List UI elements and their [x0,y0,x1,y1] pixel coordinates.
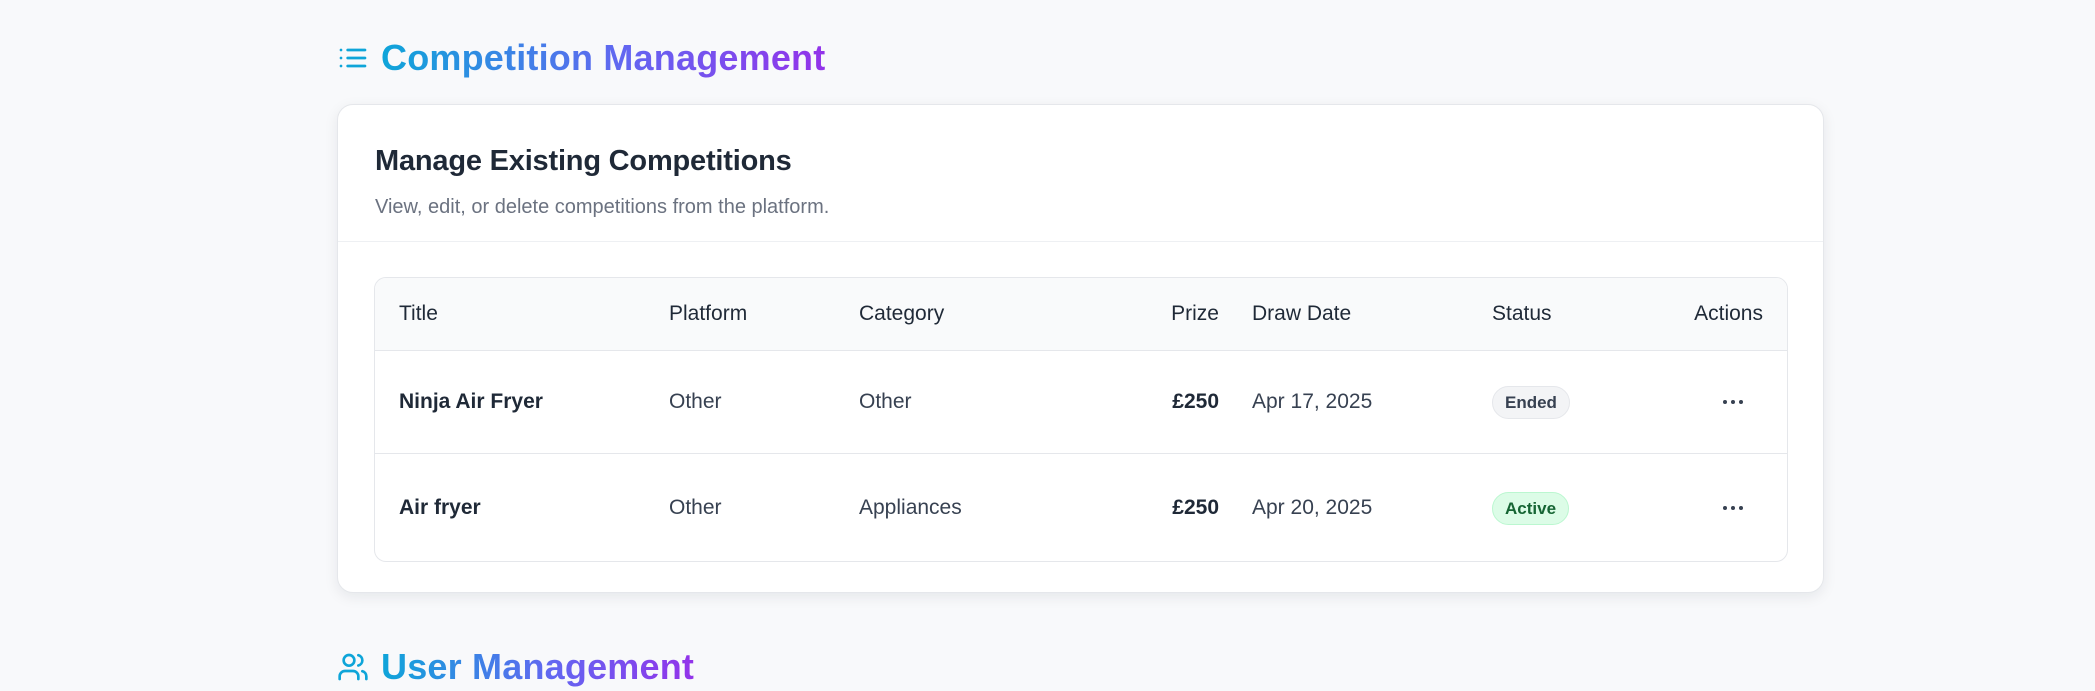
table-row: Air fryer Other Appliances £250 Apr 20, … [375,454,1787,561]
more-horizontal-icon [1723,400,1743,404]
card-title: Manage Existing Competitions [375,145,792,177]
more-horizontal-icon [1723,506,1743,510]
actions-cell [1713,454,1763,561]
actions-cell [1713,351,1763,453]
header-category: Category [859,302,945,325]
section-title: Competition Management [381,37,826,78]
section-title: User Management [381,646,695,687]
competitions-card: Manage Existing Competitions View, edit,… [337,104,1824,593]
table-row: Ninja Air Fryer Other Other £250 Apr 17,… [375,351,1787,454]
competition-draw-date: Apr 20, 2025 [1252,496,1373,519]
competition-title: Air fryer [399,496,481,519]
users-icon [338,653,368,681]
status-badge: Active [1492,491,1570,525]
competition-prize: £250 [1172,390,1219,413]
card-description: View, edit, or delete competitions from … [375,196,830,218]
header-draw-date: Draw Date [1252,302,1352,325]
header-title: Title [399,302,438,325]
competition-category: Appliances [859,496,962,519]
competition-management-heading: Competition Management [337,34,1824,82]
competition-category: Other [859,390,912,413]
user-management-heading: User Management [337,643,1824,691]
competition-platform: Other [669,496,722,519]
competition-platform: Other [669,390,722,413]
row-actions-button[interactable] [1713,488,1753,528]
competitions-table: Title Platform Category Prize Draw Date … [374,277,1788,562]
header-status: Status [1492,302,1552,325]
header-platform: Platform [669,302,748,325]
status-cell: Ended [1492,351,1570,453]
competition-draw-date: Apr 17, 2025 [1252,390,1373,413]
list-icon [339,48,367,68]
competition-prize: £250 [1172,496,1219,519]
competition-title: Ninja Air Fryer [399,390,543,413]
card-header: Manage Existing Competitions View, edit,… [338,105,1823,242]
status-cell: Active [1492,454,1570,561]
header-actions: Actions [1694,302,1763,325]
status-badge: Ended [1492,385,1570,419]
table-header-row: Title Platform Category Prize Draw Date … [375,278,1787,351]
row-actions-button[interactable] [1713,382,1753,422]
header-prize: Prize [1171,302,1219,325]
